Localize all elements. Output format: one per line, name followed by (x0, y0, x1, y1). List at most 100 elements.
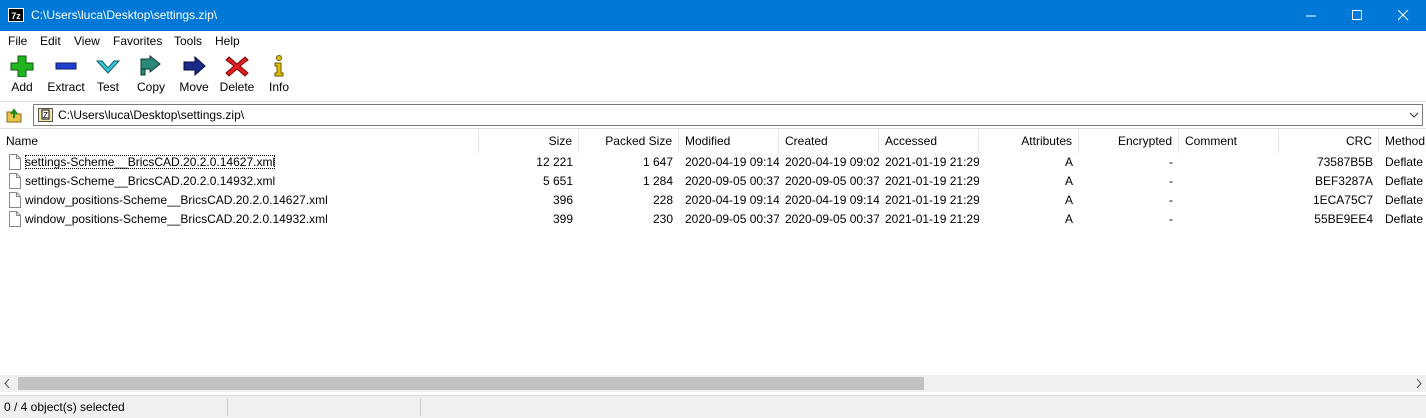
file-attributes: A (1064, 193, 1073, 207)
file-size: 399 (552, 212, 573, 226)
scroll-left-icon[interactable] (4, 379, 10, 388)
file-size: 396 (552, 193, 573, 207)
table-row[interactable]: settings-Scheme__BricsCAD.20.2.0.14932.x… (0, 172, 1426, 191)
info-button[interactable]: Info (266, 55, 292, 99)
file-modified: 2020-04-19 09:14 (685, 193, 779, 207)
column-header-packed-size[interactable]: Packed Size (579, 129, 679, 153)
address-combobox[interactable]: Z C:\Users\luca\Desktop\settings.zip\ (33, 104, 1423, 126)
minimize-button[interactable] (1288, 0, 1334, 31)
file-created: 2020-04-19 09:02 (785, 155, 879, 169)
file-size: 12 221 (536, 155, 573, 169)
close-button[interactable] (1380, 0, 1426, 31)
address-row: Z C:\Users\luca\Desktop\settings.zip\ (0, 102, 1426, 128)
copy-button[interactable]: Copy (135, 55, 167, 99)
file-crc: 73587B5B (1316, 155, 1373, 169)
delete-label: Delete (219, 80, 255, 94)
zip-archive-icon: Z (38, 108, 53, 122)
file-crc: BEF3287A (1314, 174, 1373, 188)
file-packed-size: 1 284 (642, 174, 673, 188)
table-row[interactable]: settings-Scheme__BricsCAD.20.2.0.14627.x… (0, 153, 1426, 172)
plus-icon (10, 55, 34, 77)
file-accessed: 2021-01-19 21:29 (885, 174, 979, 188)
file-created: 2020-04-19 09:14 (785, 193, 879, 207)
file-name-text: settings-Scheme__BricsCAD.20.2.0.14627.x… (25, 155, 276, 169)
column-header-size[interactable]: Size (479, 129, 579, 153)
svg-text:Z: Z (43, 111, 48, 120)
horizontal-scrollbar[interactable] (0, 375, 1426, 392)
up-folder-button[interactable] (5, 106, 23, 127)
file-modified: 2020-09-05 00:37 (685, 212, 779, 226)
file-accessed: 2021-01-19 21:29 (885, 212, 979, 226)
maximize-button[interactable] (1334, 0, 1380, 31)
menu-favorites[interactable]: Favorites (113, 34, 162, 48)
column-header-method[interactable]: Method (1379, 129, 1426, 153)
scroll-right-icon[interactable] (1416, 379, 1422, 388)
menu-view[interactable]: View (74, 34, 100, 48)
window-title: C:\Users\luca\Desktop\settings.zip\ (31, 8, 218, 22)
file-name: settings-Scheme__BricsCAD.20.2.0.14932.x… (25, 174, 276, 188)
selection-status: 0 / 4 object(s) selected (4, 400, 125, 414)
file-name: settings-Scheme__BricsCAD.20.2.0.14627.x… (0, 153, 478, 172)
move-label: Move (179, 80, 209, 94)
test-label: Test (96, 80, 119, 94)
file-accessed: 2021-01-19 21:29 (885, 155, 979, 169)
file-comment (1179, 210, 1279, 229)
menu-edit[interactable]: Edit (40, 34, 61, 48)
table-row[interactable]: window_positions-Scheme__BricsCAD.20.2.0… (0, 191, 1426, 210)
column-header-name[interactable]: Name (0, 129, 479, 153)
file-attributes: A (1064, 174, 1073, 188)
menu-bar: File Edit View Favorites Tools Help (0, 31, 1426, 51)
file-encrypted: - (1169, 212, 1173, 226)
file-comment (1179, 172, 1279, 191)
column-header-comment[interactable]: Comment (1179, 129, 1279, 153)
file-comment (1179, 191, 1279, 210)
file-encrypted: - (1169, 155, 1173, 169)
column-header-modified[interactable]: Modified (679, 129, 779, 153)
file-created: 2020-09-05 00:37 (785, 174, 879, 188)
file-comment (1179, 153, 1279, 172)
file-method: Deflate (1385, 193, 1424, 207)
title-bar: 7z C:\Users\luca\Desktop\settings.zip\ (0, 0, 1426, 31)
table-row[interactable]: window_positions-Scheme__BricsCAD.20.2.0… (0, 210, 1426, 229)
chevron-down-icon[interactable] (1409, 111, 1419, 119)
column-header-accessed[interactable]: Accessed (879, 129, 979, 153)
file-accessed: 2021-01-19 21:29 (885, 193, 979, 207)
menu-help[interactable]: Help (215, 34, 240, 48)
delete-button[interactable]: Delete (219, 55, 255, 99)
file-encrypted: - (1169, 174, 1173, 188)
add-button[interactable]: Add (6, 55, 38, 99)
maximize-icon (1352, 10, 1362, 20)
file-method: Deflate (1385, 212, 1424, 226)
file-packed-size: 1 647 (642, 155, 673, 169)
move-button[interactable]: Move (177, 55, 211, 99)
add-label: Add (11, 80, 33, 94)
file-name: window_positions-Scheme__BricsCAD.20.2.0… (25, 212, 328, 226)
column-header-created[interactable]: Created (779, 129, 879, 153)
toolbar: Add Extract Test Copy Move Delete Info (0, 51, 1426, 102)
copy-label: Copy (136, 80, 165, 94)
extract-label: Extract (47, 80, 85, 94)
file-list: Name Size Packed Size Modified Created A… (0, 128, 1426, 376)
address-path: C:\Users\luca\Desktop\settings.zip\ (58, 108, 245, 122)
column-header-crc[interactable]: CRC (1279, 129, 1379, 153)
file-modified: 2020-04-19 09:14 (685, 155, 779, 169)
menu-tools[interactable]: Tools (174, 34, 202, 48)
file-attributes: A (1064, 212, 1073, 226)
column-header-attributes[interactable]: Attributes (979, 129, 1079, 153)
file-crc: 55BE9EE4 (1314, 212, 1373, 226)
file-created: 2020-09-05 00:37 (785, 212, 879, 226)
info-label: Info (268, 80, 289, 94)
menu-file[interactable]: File (8, 34, 27, 48)
status-bar: 0 / 4 object(s) selected (0, 395, 1426, 418)
close-icon (1398, 10, 1409, 21)
folder-up-icon (6, 108, 22, 123)
file-modified: 2020-09-05 00:37 (685, 174, 779, 188)
minus-icon (55, 62, 77, 70)
file-encrypted: - (1169, 193, 1173, 207)
checkmark-icon (96, 60, 120, 74)
column-header-encrypted[interactable]: Encrypted (1079, 129, 1179, 153)
extract-button[interactable]: Extract (44, 55, 88, 99)
file-name: window_positions-Scheme__BricsCAD.20.2.0… (25, 193, 328, 207)
scrollbar-thumb[interactable] (18, 377, 924, 390)
test-button[interactable]: Test (94, 55, 122, 99)
